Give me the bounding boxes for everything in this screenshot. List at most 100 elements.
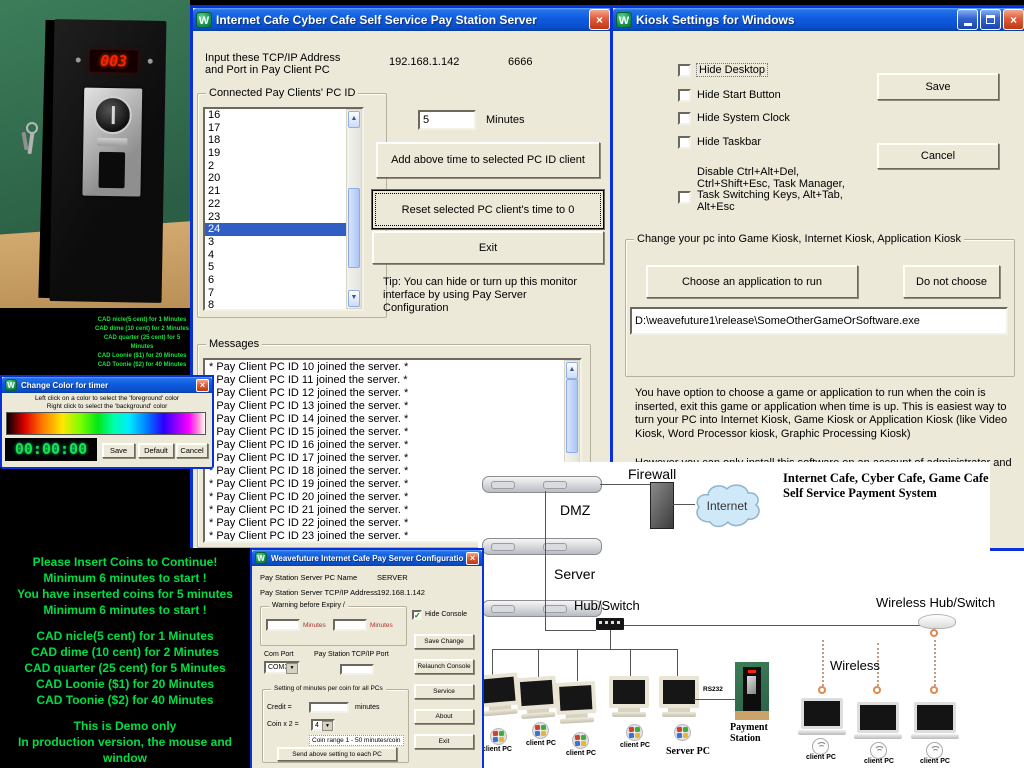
hide-start-checkbox[interactable] <box>678 89 691 102</box>
hide-console-checkbox[interactable]: ✓ <box>412 610 422 620</box>
warning-input-2[interactable] <box>333 619 367 631</box>
com-port-select[interactable]: COM3 ▼ <box>264 661 300 674</box>
coin-slot[interactable] <box>112 106 115 124</box>
close-icon[interactable]: × <box>1003 9 1024 30</box>
client-id-item[interactable]: 5 <box>205 261 346 274</box>
disable-keys-label[interactable]: Disable Ctrl+Alt+Del, Ctrl+Shift+Esc, Ta… <box>697 167 867 213</box>
clients-group-label: Connected Pay Clients' PC ID <box>206 87 358 99</box>
chevron-down-icon[interactable]: ▼ <box>322 721 333 731</box>
default-button[interactable]: Default <box>138 443 174 458</box>
warning-input-1[interactable] <box>266 619 300 631</box>
firewall-icon <box>650 482 674 529</box>
save-button[interactable]: Save <box>102 443 135 458</box>
close-icon[interactable]: × <box>196 379 209 392</box>
client-id-item[interactable]: 23 <box>205 211 346 224</box>
credit-input[interactable] <box>309 702 349 713</box>
message-item[interactable]: * Pay Client PC ID 13 joined the server.… <box>205 400 564 413</box>
connector-line <box>545 630 596 631</box>
client-id-item[interactable]: 17 <box>205 122 346 135</box>
client-id-item[interactable]: 21 <box>205 185 346 198</box>
cancel-button[interactable]: Cancel <box>176 443 208 458</box>
chevron-down-icon[interactable]: ▼ <box>286 663 298 674</box>
add-time-button[interactable]: Add above time to selected PC ID client <box>376 142 600 178</box>
client-list[interactable]: 1617181922021222324345678 ▲ ▼ <box>203 107 364 311</box>
close-icon[interactable]: × <box>466 552 479 565</box>
config-side-button[interactable]: Save Change <box>414 634 474 649</box>
hide-taskbar-label[interactable]: Hide Taskbar <box>697 136 761 148</box>
client-pc-label: client PC <box>806 754 836 761</box>
coin-acceptor-plate[interactable] <box>82 88 142 197</box>
exit-button[interactable]: Exit <box>372 231 604 264</box>
minutes-input[interactable] <box>418 110 476 130</box>
minimize-icon[interactable] <box>957 9 978 30</box>
send-settings-button[interactable]: Send above setting to each PC <box>277 747 397 761</box>
color-timer-titlebar[interactable]: W Change Color for timer × <box>2 377 212 393</box>
do-not-choose-button[interactable]: Do not choose <box>903 265 1000 298</box>
coin-entry[interactable] <box>93 96 132 135</box>
hide-desktop-checkbox[interactable] <box>678 64 691 77</box>
kiosk-titlebar[interactable]: W Kiosk Settings for Windows × <box>613 8 1024 31</box>
terminal-line: CAD Loonie ($1) for 20 Minutes <box>0 676 250 692</box>
scroll-down-icon[interactable]: ▼ <box>348 290 360 307</box>
config-ip-label: Pay Station Server TCP/IP Address <box>260 588 378 597</box>
save-button[interactable]: Save <box>877 73 999 100</box>
choose-app-button[interactable]: Choose an application to run <box>646 265 858 298</box>
app-path-input[interactable] <box>630 307 1008 335</box>
client-id-item[interactable]: 2 <box>205 160 346 173</box>
terminal-line <box>0 618 250 628</box>
message-item[interactable]: * Pay Client PC ID 12 joined the server.… <box>205 387 564 400</box>
wireless-link <box>822 640 824 686</box>
tcpip-instruction: Input these TCP/IP Address and Port in P… <box>205 52 355 76</box>
maximize-icon[interactable] <box>980 9 1001 30</box>
hide-desktop-label[interactable]: Hide Desktop <box>697 64 767 76</box>
client-list-items[interactable]: 1617181922021222324345678 <box>205 109 346 311</box>
message-item[interactable]: * Pay Client PC ID 11 joined the server.… <box>205 374 564 387</box>
hide-start-label[interactable]: Hide Start Button <box>697 89 781 101</box>
config-side-button[interactable]: Relaunch Console <box>414 659 474 674</box>
scroll-thumb[interactable] <box>566 379 578 453</box>
message-item[interactable]: * Pay Client PC ID 15 joined the server.… <box>205 426 564 439</box>
client-pc-icon <box>554 681 598 724</box>
client-id-item[interactable]: 16 <box>205 109 346 122</box>
client-id-item[interactable]: 24 <box>205 223 346 236</box>
client-id-item[interactable]: 7 <box>205 287 346 300</box>
config-side-button[interactable]: Exit <box>414 734 474 749</box>
disable-keys-checkbox[interactable] <box>678 191 691 204</box>
message-item[interactable]: * Pay Client PC ID 16 joined the server.… <box>205 439 564 452</box>
connector-line <box>492 649 493 675</box>
client-pc-label: client PC <box>620 742 650 749</box>
message-item[interactable]: * Pay Client PC ID 14 joined the server.… <box>205 413 564 426</box>
coin-return[interactable] <box>99 152 126 188</box>
scroll-thumb[interactable] <box>348 188 360 268</box>
close-icon[interactable]: × <box>589 9 610 30</box>
reset-time-button[interactable]: Reset selected PC client's time to 0 <box>372 190 604 229</box>
pay-server-titlebar[interactable]: W Internet Cafe Cyber Cafe Self Service … <box>193 8 613 31</box>
client-pc-icon <box>608 676 650 717</box>
client-id-item[interactable]: 8 <box>205 299 346 311</box>
client-id-item[interactable]: 18 <box>205 134 346 147</box>
client-id-item[interactable]: 19 <box>205 147 346 160</box>
client-id-item[interactable]: 4 <box>205 249 346 262</box>
client-id-item[interactable]: 20 <box>205 172 346 185</box>
client-list-scrollbar[interactable]: ▲ ▼ <box>346 109 362 309</box>
config-side-buttons: Save Change Relaunch Console Service About E… <box>414 634 472 749</box>
hide-clock-label[interactable]: Hide System Clock <box>697 112 790 124</box>
windows-logo-icon <box>626 724 643 741</box>
scroll-up-icon[interactable]: ▲ <box>566 362 578 379</box>
message-item[interactable]: * Pay Client PC ID 10 joined the server.… <box>205 361 564 374</box>
color-gradient-picker[interactable] <box>6 412 206 435</box>
config-side-button[interactable]: About <box>414 709 474 724</box>
hide-taskbar-checkbox[interactable] <box>678 136 691 149</box>
cancel-button[interactable]: Cancel <box>877 143 999 169</box>
wireless-ap-icon <box>918 614 956 629</box>
station-port-input[interactable] <box>340 664 374 675</box>
client-id-item[interactable]: 6 <box>205 274 346 287</box>
hide-clock-checkbox[interactable] <box>678 112 691 125</box>
client-id-item[interactable]: 3 <box>205 236 346 249</box>
config-side-button[interactable]: Service <box>414 684 474 699</box>
window-title: Change Color for timer <box>21 381 194 390</box>
config-titlebar[interactable]: W Weavefuture Internet Cafe Pay Server C… <box>252 550 482 566</box>
client-id-item[interactable]: 22 <box>205 198 346 211</box>
scroll-up-icon[interactable]: ▲ <box>348 111 360 128</box>
coin2-select[interactable]: 4 ▼ <box>311 719 335 731</box>
